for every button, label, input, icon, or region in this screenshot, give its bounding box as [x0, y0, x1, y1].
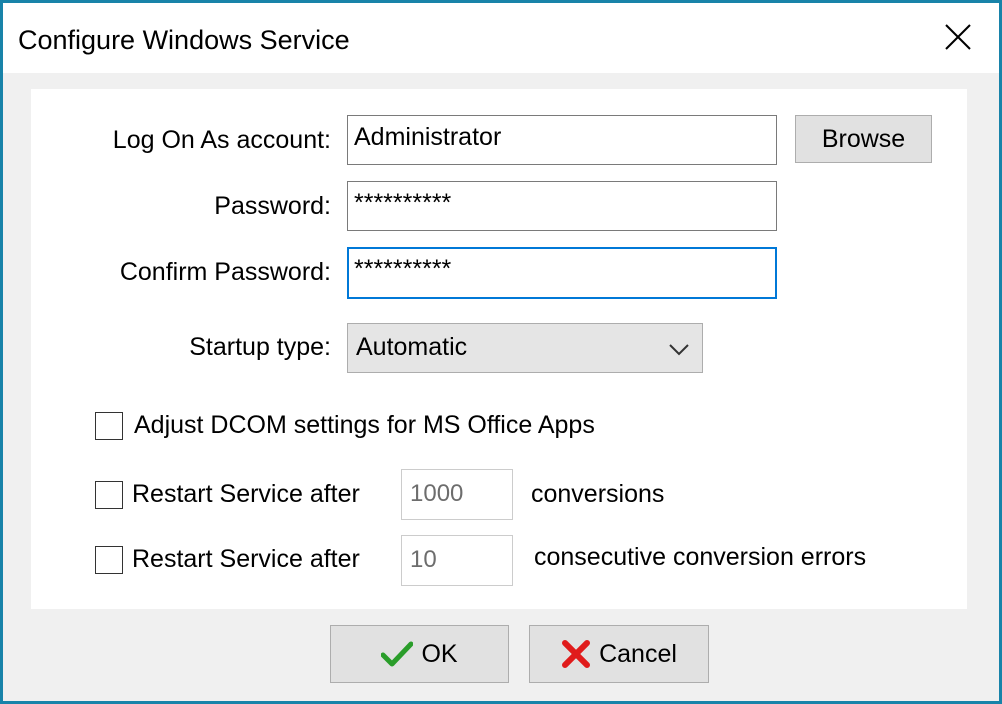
close-button[interactable] — [923, 9, 993, 65]
window-title: Configure Windows Service — [18, 25, 350, 55]
browse-button-label: Browse — [821, 125, 906, 153]
cancel-button-label: Cancel — [599, 640, 677, 668]
restart-errors-input[interactable]: 10 — [401, 535, 513, 586]
restart-conversions-checkbox[interactable] — [95, 481, 123, 509]
restart-errors-label[interactable]: Restart Service after — [132, 544, 360, 574]
dcom-label[interactable]: Adjust DCOM settings for MS Office Apps — [134, 410, 595, 440]
title-bar: Configure Windows Service — [3, 3, 999, 73]
red-x-icon — [562, 640, 591, 668]
restart-conversions-label[interactable]: Restart Service after — [132, 479, 360, 509]
restart-conversions-input[interactable]: 1000 — [401, 469, 513, 520]
cancel-button[interactable]: Cancel — [529, 625, 709, 683]
ok-button-label: OK — [421, 640, 458, 668]
dcom-checkbox[interactable] — [95, 412, 123, 440]
browse-button[interactable]: Browse — [795, 115, 932, 163]
confirm-password-label: Confirm Password: — [119, 258, 331, 286]
account-label: Log On As account: — [112, 126, 331, 154]
close-icon — [945, 24, 971, 50]
startup-type-value: Automatic — [356, 333, 468, 361]
dialog-window: Configure Windows Service Log On As acco… — [0, 0, 1002, 704]
restart-errors-checkbox[interactable] — [95, 546, 123, 574]
password-label: Password: — [214, 192, 331, 220]
account-input[interactable]: Administrator — [347, 115, 777, 165]
restart-conversions-suffix: conversions — [531, 480, 665, 508]
startup-type-select[interactable]: Automatic — [347, 323, 703, 373]
chevron-down-icon — [669, 344, 689, 356]
ok-button[interactable]: OK — [330, 625, 509, 683]
startup-type-label: Startup type: — [189, 333, 331, 361]
settings-panel: Log On As account: Administrator Browse … — [31, 89, 967, 609]
confirm-password-input[interactable]: ********** — [347, 247, 777, 299]
password-input[interactable]: ********** — [347, 181, 777, 231]
restart-errors-suffix: consecutive conversion errors — [534, 543, 867, 571]
checkmark-icon — [381, 641, 414, 667]
